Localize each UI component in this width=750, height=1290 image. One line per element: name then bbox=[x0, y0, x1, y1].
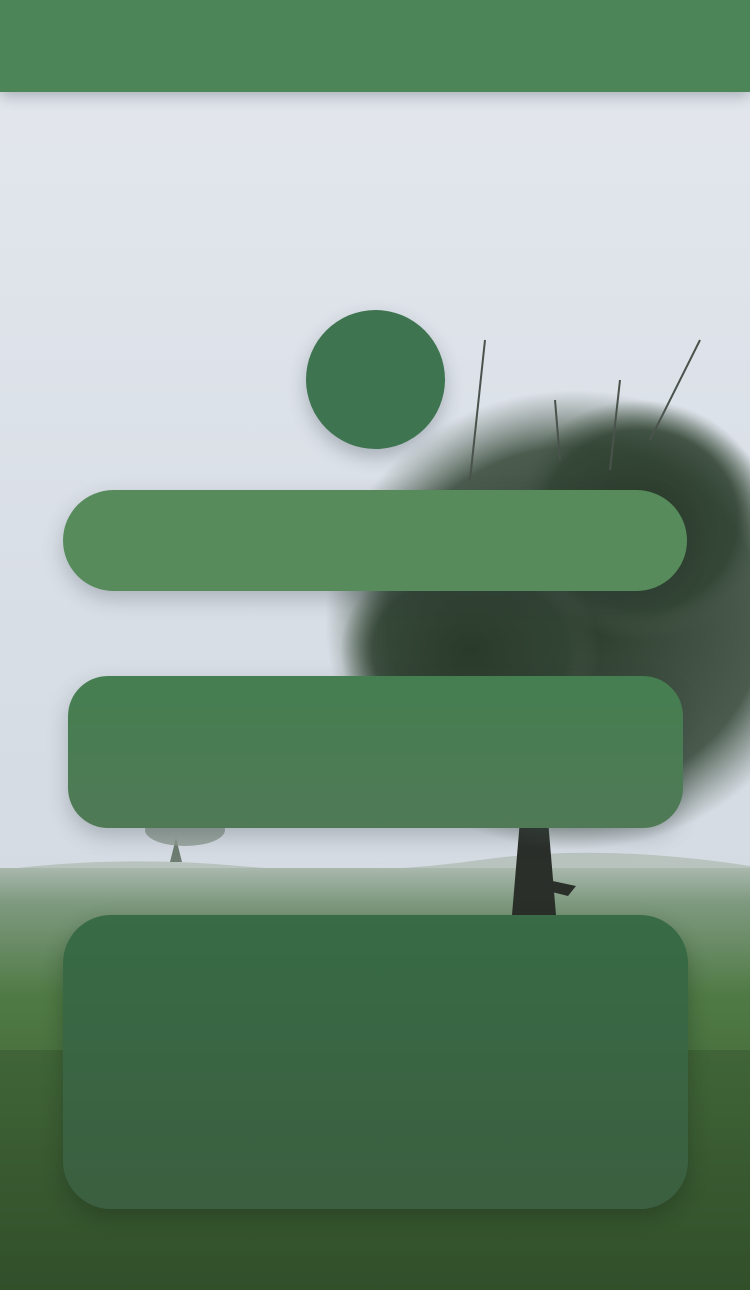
top-app-bar bbox=[0, 0, 750, 92]
primary-pill-button[interactable] bbox=[63, 490, 687, 591]
avatar[interactable] bbox=[306, 310, 445, 449]
screen bbox=[0, 0, 750, 1290]
medium-card[interactable] bbox=[68, 676, 683, 828]
large-card[interactable] bbox=[63, 915, 688, 1209]
